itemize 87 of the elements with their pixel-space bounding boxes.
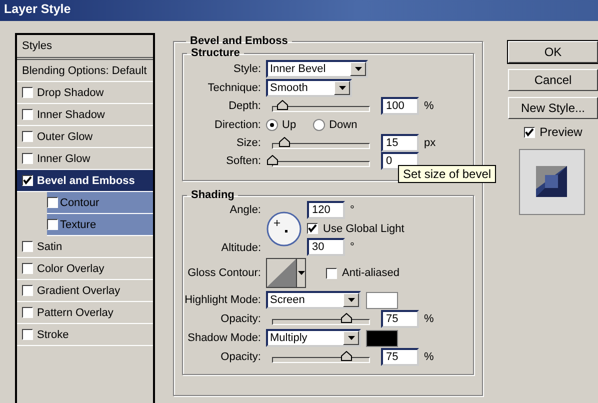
window-title: Layer Style — [4, 2, 71, 16]
field-label: Shadow Mode: — [186, 332, 261, 344]
unit-label: ° — [350, 241, 354, 253]
dropdown[interactable]: Screen — [266, 291, 361, 309]
value-field[interactable]: 75 — [381, 310, 419, 328]
checkbox[interactable] — [22, 241, 33, 252]
dropdown[interactable]: Smooth — [266, 78, 352, 96]
unit-label: ° — [350, 204, 354, 216]
radio-button[interactable] — [266, 118, 278, 130]
checkbox[interactable] — [22, 175, 33, 186]
field-label: Highlight Mode: — [184, 294, 261, 306]
value-field[interactable]: 75 — [381, 348, 419, 366]
style-list-item[interactable]: Gradient Overlay — [17, 280, 153, 302]
caret-icon — [354, 66, 362, 70]
angle-dial[interactable] — [266, 210, 302, 246]
field-label: Size: — [236, 137, 261, 149]
color-swatch[interactable] — [366, 330, 398, 346]
field-label: Depth: — [228, 100, 261, 112]
field-label: Technique: — [206, 82, 261, 94]
value-field[interactable]: 15 — [381, 134, 419, 152]
checkbox[interactable] — [326, 268, 337, 278]
preview-thumbnail — [519, 149, 585, 215]
checkbox[interactable] — [47, 197, 58, 208]
dialog-button[interactable]: Cancel — [508, 69, 598, 91]
style-list-item[interactable]: Styles — [17, 35, 153, 60]
checkbox[interactable] — [22, 109, 33, 120]
style-list-item[interactable]: Inner Shadow — [17, 104, 153, 126]
field-label: Opacity: — [220, 351, 261, 363]
tooltip: Set size of bevel — [398, 165, 496, 183]
slider-thumb[interactable] — [340, 351, 352, 361]
checkbox[interactable] — [47, 219, 58, 230]
value-field[interactable]: 100 — [381, 97, 419, 115]
caret-icon — [348, 336, 354, 340]
radio-label: Up — [282, 118, 296, 130]
style-list-item[interactable]: Pattern Overlay — [17, 302, 153, 324]
field-label: Gloss Contour: — [186, 267, 261, 279]
style-list-item[interactable]: Texture — [47, 214, 153, 236]
field-label: Direction: — [214, 118, 261, 130]
slider-thumb[interactable] — [267, 155, 278, 165]
checkbox-label: Anti-aliased — [342, 267, 400, 279]
style-list-item[interactable]: Drop Shadow — [17, 82, 153, 104]
unit-label: % — [424, 313, 434, 325]
style-list-item[interactable]: Stroke — [17, 324, 153, 346]
field-label: Soften: — [225, 155, 261, 167]
dropdown[interactable]: Multiply — [266, 329, 361, 347]
value-field[interactable]: 30 — [307, 238, 345, 256]
slider-thumb[interactable] — [340, 313, 352, 323]
style-list-item[interactable]: Color Overlay — [17, 258, 153, 280]
checkbox[interactable] — [524, 126, 535, 138]
checkbox[interactable] — [22, 307, 33, 318]
checkbox-label: Preview — [540, 125, 582, 139]
field-label: Altitude: — [220, 242, 261, 254]
slider-thumb[interactable] — [276, 100, 288, 110]
radio-label: Down — [329, 118, 358, 130]
slider-thumb[interactable] — [278, 137, 290, 147]
checkbox-label: Use Global Light — [323, 222, 404, 234]
style-list-item[interactable]: Contour — [47, 192, 153, 214]
style-list-item[interactable]: Outer Glow — [17, 126, 153, 148]
group-title: Bevel and Emboss — [189, 35, 289, 47]
dialog-button[interactable]: OK — [508, 41, 598, 63]
color-swatch[interactable] — [366, 292, 398, 308]
checkbox[interactable] — [22, 285, 33, 296]
field-label: Angle: — [228, 204, 261, 216]
unit-label: % — [424, 351, 434, 363]
unit-label: % — [424, 100, 434, 112]
dialog-button[interactable]: New Style... — [508, 97, 598, 119]
field-label: Opacity: — [220, 313, 261, 325]
checkbox[interactable] — [22, 329, 33, 340]
checkbox[interactable] — [22, 263, 33, 274]
checkbox[interactable] — [22, 153, 33, 164]
checkbox[interactable] — [22, 87, 33, 98]
caret-icon — [348, 298, 354, 302]
checkbox[interactable] — [307, 223, 318, 234]
style-list-item[interactable]: Blending Options: Default — [17, 60, 153, 82]
style-list-item[interactable]: Satin — [17, 236, 153, 258]
group-title: Structure — [190, 47, 241, 59]
caret-icon — [338, 86, 346, 90]
contour-picker[interactable] — [266, 258, 306, 288]
unit-label: px — [424, 137, 436, 149]
style-list-item[interactable]: Bevel and Emboss — [17, 170, 153, 192]
checkbox[interactable] — [22, 131, 33, 142]
field-label: Style: — [232, 62, 261, 74]
value-field[interactable]: 120 — [307, 201, 345, 219]
caret-icon — [298, 271, 304, 275]
group-title: Shading — [190, 189, 236, 201]
dropdown[interactable]: Inner Bevel — [266, 60, 368, 78]
radio-button[interactable] — [313, 118, 326, 130]
